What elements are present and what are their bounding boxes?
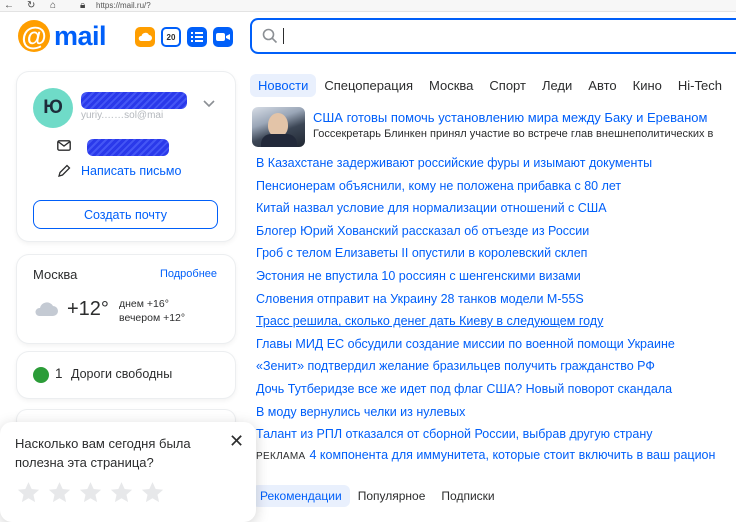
news-link[interactable]: Гроб с телом Елизаветы II опустили в кор…	[256, 242, 736, 265]
tab-recommendations[interactable]: Рекомендации	[252, 485, 350, 507]
ad-item[interactable]: РЕКЛАМА 4 компонента для иммунитета, кото…	[256, 446, 715, 464]
traffic-light-icon	[33, 367, 49, 383]
avatar[interactable]: Ю	[33, 88, 73, 128]
pencil-icon	[58, 164, 71, 177]
star-icon[interactable]	[46, 480, 73, 506]
news-link[interactable]: Дочь Тутберидзе все же идет под флаг США…	[256, 378, 736, 401]
star-icon[interactable]	[77, 480, 104, 506]
feed-tabs: Рекомендации Популярное Подписки	[252, 485, 503, 507]
redacted-username	[81, 92, 187, 109]
weather-card: Москва Подробнее +12° днем +16° вечером …	[17, 255, 235, 343]
news-link[interactable]: Блогер Юрий Хованский рассказал об отъез…	[256, 220, 736, 243]
user-email: yuriy.……sol@mai	[81, 110, 164, 121]
news-link[interactable]: Талант из РПЛ отказался от сборной Росси…	[256, 423, 736, 446]
weather-temperature: +12°	[67, 298, 109, 320]
apps-bar: 20	[135, 27, 233, 47]
text-caret	[283, 28, 284, 44]
ad-label: РЕКЛАМА	[256, 451, 306, 462]
traffic-score: 1	[55, 366, 63, 381]
logo-text: mail	[54, 20, 107, 51]
traffic-status: Дороги свободны	[71, 367, 173, 381]
star-icon[interactable]	[15, 480, 42, 506]
star-icon[interactable]	[139, 480, 166, 506]
news-tabs: Новости Спецоперация Москва Спорт Леди А…	[250, 72, 730, 98]
tab-moscow[interactable]: Москва	[421, 74, 481, 97]
search-icon	[262, 28, 278, 44]
create-mail-button[interactable]: Создать почту	[33, 200, 218, 229]
tab-special-operation[interactable]: Спецоперация	[316, 74, 421, 97]
tab-popular[interactable]: Популярное	[350, 485, 434, 507]
compose-label: Написать письмо	[81, 164, 182, 178]
close-icon[interactable]: ✕	[229, 432, 244, 450]
tab-news[interactable]: Новости	[250, 73, 317, 97]
inbox-link[interactable]	[57, 138, 207, 158]
star-icon[interactable]	[108, 480, 135, 506]
cloud-app-icon[interactable]	[135, 27, 155, 47]
news-link[interactable]: В Казахстане задерживают российские фуры…	[256, 152, 736, 175]
news-link[interactable]: Главы МИД ЕС обсудили создание миссии по…	[256, 333, 736, 356]
search-input[interactable]	[250, 18, 736, 54]
news-link-hovered[interactable]: Трасс решила, сколько денег дать Киеву в…	[256, 310, 736, 333]
feedback-popup: Насколько вам сегодня была полезна эта с…	[0, 422, 256, 522]
tab-lady[interactable]: Леди	[534, 74, 580, 97]
reload-icon[interactable]: ↻	[27, 0, 35, 11]
top-news-title[interactable]: США готовы помочь установлению мира межд…	[313, 110, 707, 125]
calendar-app-icon[interactable]: 20	[161, 27, 181, 47]
top-news-subtitle: Госсекретарь Блинкен принял участие во в…	[313, 128, 714, 140]
home-icon[interactable]: ⌂	[50, 0, 56, 11]
news-link[interactable]: В моду вернулись челки из нулевых	[256, 401, 736, 424]
lock-icon: 🔒︎	[80, 0, 86, 11]
news-thumbnail[interactable]	[252, 107, 305, 147]
tab-hi-tech[interactable]: Hi-Tech	[670, 74, 730, 97]
weather-more-link[interactable]: Подробнее	[160, 268, 217, 280]
weather-forecast: днем +16° вечером +12°	[119, 297, 185, 325]
tab-auto[interactable]: Авто	[580, 74, 624, 97]
user-card: Ю yuriy.……sol@mai Написать письмо Создат…	[17, 72, 235, 241]
feedback-question: Насколько вам сегодня была полезна эта с…	[15, 436, 191, 470]
chevron-down-icon[interactable]	[203, 100, 215, 108]
mail-logo[interactable]: @ mail	[18, 20, 107, 52]
news-list: В Казахстане задерживают российские фуры…	[256, 152, 736, 446]
news-link[interactable]: Китай назвал условие для нормализации от…	[256, 197, 736, 220]
ad-link[interactable]: 4 компонента для иммунитета, которые сто…	[310, 448, 716, 462]
weather-city: Москва	[33, 267, 78, 282]
tab-cinema[interactable]: Кино	[625, 74, 670, 97]
news-link[interactable]: Эстония не впустила 10 россиян с шенгенс…	[256, 265, 736, 288]
tab-sport[interactable]: Спорт	[481, 74, 534, 97]
compose-link[interactable]: Написать письмо	[57, 164, 181, 178]
cloud-icon	[35, 302, 58, 316]
tab-subscriptions[interactable]: Подписки	[433, 485, 502, 507]
address-bar[interactable]: https://mail.ru/?	[96, 0, 151, 11]
rating-stars	[15, 480, 166, 506]
weather-day: днем +16°	[119, 298, 169, 310]
news-link[interactable]: «Зенит» подтвердил желание бразильцев по…	[256, 355, 736, 378]
back-icon[interactable]: ←	[4, 0, 14, 11]
video-call-app-icon[interactable]	[213, 27, 233, 47]
envelope-icon	[57, 140, 71, 151]
weather-evening: вечером +12°	[119, 312, 186, 324]
redacted-email	[87, 139, 169, 156]
at-icon: @	[18, 20, 50, 52]
news-link[interactable]: Пенсионерам объяснили, кому не положена …	[256, 175, 736, 198]
traffic-card[interactable]: 1 Дороги свободны	[17, 352, 235, 398]
news-link[interactable]: Словения отправит на Украину 28 танков м…	[256, 288, 736, 311]
browser-toolbar: ← ↻ ⌂ 🔒︎ https://mail.ru/?	[0, 0, 736, 12]
tasks-app-icon[interactable]	[187, 27, 207, 47]
